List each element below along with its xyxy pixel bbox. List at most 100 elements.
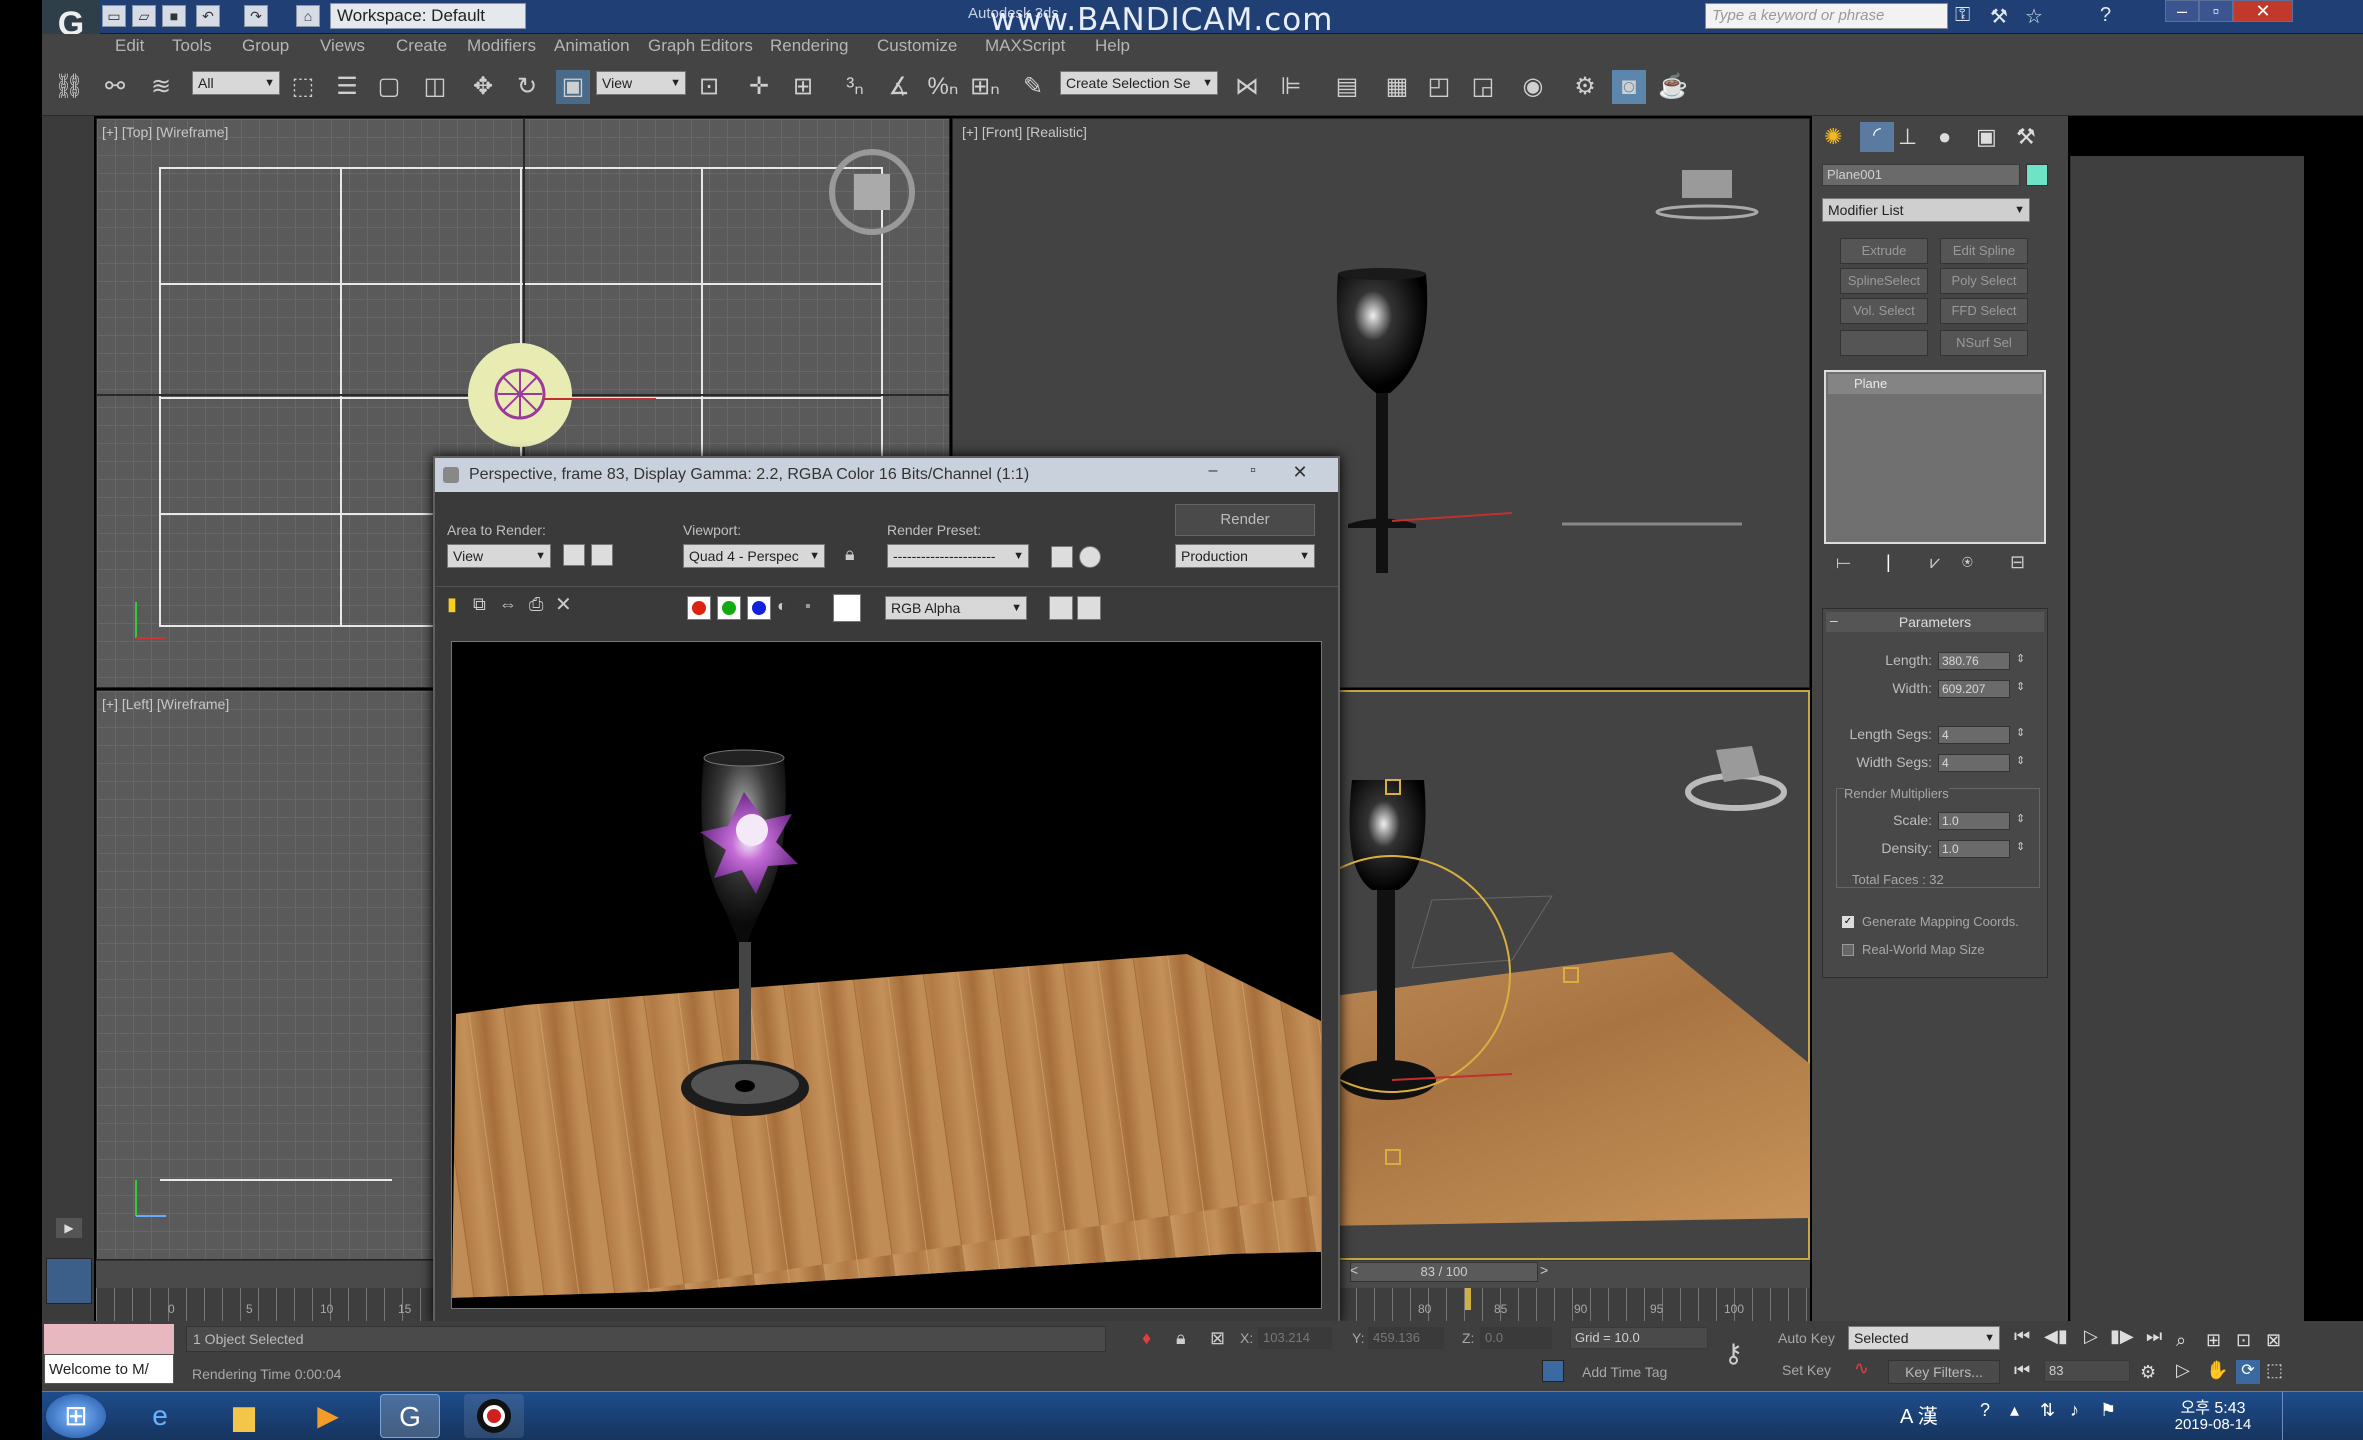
goto-end-icon[interactable]: ⏭ — [2146, 1326, 2162, 1347]
next-frame-icon[interactable]: ▮▶ — [2110, 1326, 2134, 1347]
time-prev-icon[interactable]: < — [1350, 1262, 1358, 1278]
render-button[interactable]: Render — [1175, 504, 1315, 536]
width-field[interactable]: 609.207 — [1938, 680, 2010, 698]
print-icon[interactable]: ⎙ — [529, 594, 543, 615]
modifier-button[interactable]: Extrude — [1840, 238, 1928, 264]
set-key-label[interactable]: Set Key — [1782, 1362, 1831, 1378]
clock-time[interactable]: 오후 5:43 — [2168, 1394, 2258, 1418]
orbit-icon[interactable]: ⟳ — [2236, 1360, 2260, 1384]
key-mode-toggle-icon[interactable]: ⏮ — [2014, 1360, 2030, 1381]
modifier-button[interactable]: Edit Spline — [1940, 238, 2028, 264]
manipulate-icon[interactable]: ✛ — [742, 70, 776, 104]
key-mode-icon[interactable]: ∿ — [1854, 1358, 1869, 1379]
gen-mapping-checkbox[interactable]: ✓ — [1842, 916, 1854, 928]
menu-graph-editors[interactable]: Graph Editors — [648, 36, 753, 56]
graphite-ribbon-icon[interactable]: ▦ — [1380, 70, 1414, 104]
modifier-button[interactable] — [1840, 330, 1928, 356]
show-end-result-icon[interactable]: | — [1886, 552, 1891, 573]
set-key-icon[interactable]: ⚷ — [1724, 1338, 1743, 1369]
density-field[interactable]: 1.0 — [1938, 840, 2010, 858]
render-preset-dropdown[interactable]: ---------------------- — [887, 544, 1029, 568]
help-icon[interactable]: ? — [2100, 4, 2111, 27]
absolute-mode-icon[interactable]: ⊠ — [1210, 1328, 1225, 1349]
green-channel-toggle[interactable] — [717, 596, 741, 620]
time-config-icon[interactable]: ⚙ — [2140, 1362, 2156, 1383]
star-icon[interactable]: ☆ — [2025, 4, 2043, 29]
modifier-list-dropdown[interactable]: Modifier List — [1822, 198, 2030, 222]
auto-key-label[interactable]: Auto Key — [1778, 1330, 1835, 1346]
project-folder-icon[interactable]: ⌂ — [296, 5, 320, 27]
x-coordinate-field[interactable]: 103.214 — [1258, 1327, 1332, 1349]
rfw-close-button[interactable]: ✕ — [1275, 462, 1325, 486]
add-time-tag[interactable]: Add Time Tag — [1582, 1364, 1667, 1380]
goto-start-icon[interactable]: ⏮ — [2014, 1326, 2030, 1347]
blue-channel-toggle[interactable] — [747, 596, 771, 620]
menu-help[interactable]: Help — [1095, 36, 1130, 56]
copy-image-icon[interactable]: ⧉ — [473, 594, 486, 615]
curve-editor-icon[interactable]: ◰ — [1422, 70, 1456, 104]
edit-region-icon[interactable] — [563, 544, 585, 566]
utilities-tab-icon[interactable]: ⚒ — [2016, 124, 2036, 150]
viewport-dropdown[interactable]: Quad 4 - Perspec — [683, 544, 825, 568]
selection-filter-dropdown[interactable]: All — [192, 71, 280, 95]
save-file-icon[interactable]: ■ — [162, 5, 186, 27]
play-icon[interactable]: ▶ — [56, 1218, 82, 1238]
minimize-button[interactable]: – — [2165, 0, 2199, 22]
length-segs-field[interactable]: 4 — [1938, 726, 2010, 744]
show-hidden-icons[interactable]: ▴ — [2010, 1400, 2019, 1421]
create-tab-icon[interactable]: ✺ — [1824, 124, 1842, 150]
edit-named-selections-icon[interactable]: ✎ — [1016, 70, 1050, 104]
rollout-title[interactable]: Parameters — [1826, 612, 2044, 632]
layer-manager-icon[interactable]: ▤ — [1330, 70, 1364, 104]
rendered-frame-window-icon[interactable]: ◙ — [1612, 70, 1646, 104]
named-selection-dropdown[interactable]: Create Selection Se — [1060, 71, 1218, 95]
menu-edit[interactable]: Edit — [115, 36, 144, 56]
undo-icon[interactable]: ↶ — [196, 5, 220, 27]
schematic-view-icon[interactable]: ◲ — [1466, 70, 1500, 104]
ime-indicator[interactable]: A 漢 — [1900, 1400, 1938, 1429]
unlink-icon[interactable]: ⚯ — [98, 70, 132, 104]
spinner-snap-icon[interactable]: ⊞ₙ — [968, 70, 1002, 104]
auto-region-icon[interactable] — [591, 544, 613, 566]
rectangular-region-icon[interactable]: ▢ — [372, 70, 406, 104]
start-button-icon[interactable]: ⊞ — [46, 1394, 106, 1438]
modifier-button[interactable]: Vol. Select — [1840, 298, 1928, 324]
selection-set-dropdown[interactable]: Selected — [1848, 1326, 2000, 1350]
menu-group[interactable]: Group — [242, 36, 289, 56]
pivot-center-icon[interactable]: ⊡ — [692, 70, 726, 104]
spinner-icon[interactable]: ⇕ — [2016, 652, 2025, 665]
workspace-dropdown[interactable]: Workspace: Default — [330, 3, 526, 29]
keyboard-shortcut-icon[interactable]: ⊞ — [786, 70, 820, 104]
align-icon[interactable]: ⊫ — [1274, 70, 1308, 104]
key-filters-button[interactable]: Key Filters... — [1888, 1360, 2000, 1384]
clone-window-icon[interactable]: ⇔ — [499, 594, 517, 615]
modify-tab-icon[interactable]: ◜ — [1860, 122, 1894, 152]
menu-views[interactable]: Views — [320, 36, 365, 56]
window-crossing-icon[interactable]: ◫ — [418, 70, 452, 104]
scale-icon[interactable]: ▣ — [556, 70, 590, 104]
display-tab-icon[interactable]: ▣ — [1976, 124, 1997, 150]
spinner-icon[interactable]: ⇕ — [2016, 840, 2025, 853]
zoom-all-icon[interactable]: ⊞ — [2206, 1330, 2221, 1351]
width-segs-field[interactable]: 4 — [1938, 754, 2010, 772]
show-desktop-button[interactable] — [2282, 1391, 2306, 1440]
toggle-ui-icon[interactable] — [1077, 596, 1101, 620]
z-coordinate-field[interactable]: 0.0 — [1480, 1327, 1552, 1349]
render-production-icon[interactable]: ☕ — [1656, 70, 1690, 104]
time-marker[interactable] — [1465, 1288, 1471, 1310]
make-unique-icon[interactable]: ⩗ — [1930, 552, 1940, 573]
red-channel-toggle[interactable] — [687, 596, 711, 620]
move-icon[interactable]: ✥ — [466, 70, 500, 104]
maxscript-listener-red[interactable] — [44, 1324, 174, 1354]
stack-item[interactable]: Plane — [1828, 374, 2042, 394]
reference-coord-dropdown[interactable]: View — [596, 71, 686, 95]
time-next-icon[interactable]: > — [1540, 1262, 1548, 1278]
close-button[interactable]: ✕ — [2233, 0, 2293, 22]
scale-field[interactable]: 1.0 — [1938, 812, 2010, 830]
action-center-icon[interactable]: ⚑ — [2100, 1400, 2116, 1421]
render-setup-icon[interactable]: ⚙ — [1568, 70, 1602, 104]
zoom-icon[interactable]: ⌕ — [2176, 1330, 2186, 1351]
time-slider-frame[interactable]: 83 / 100 — [1350, 1262, 1538, 1282]
collapse-icon[interactable]: – — [1830, 612, 1838, 628]
maximize-button[interactable]: ▫ — [2199, 0, 2233, 22]
